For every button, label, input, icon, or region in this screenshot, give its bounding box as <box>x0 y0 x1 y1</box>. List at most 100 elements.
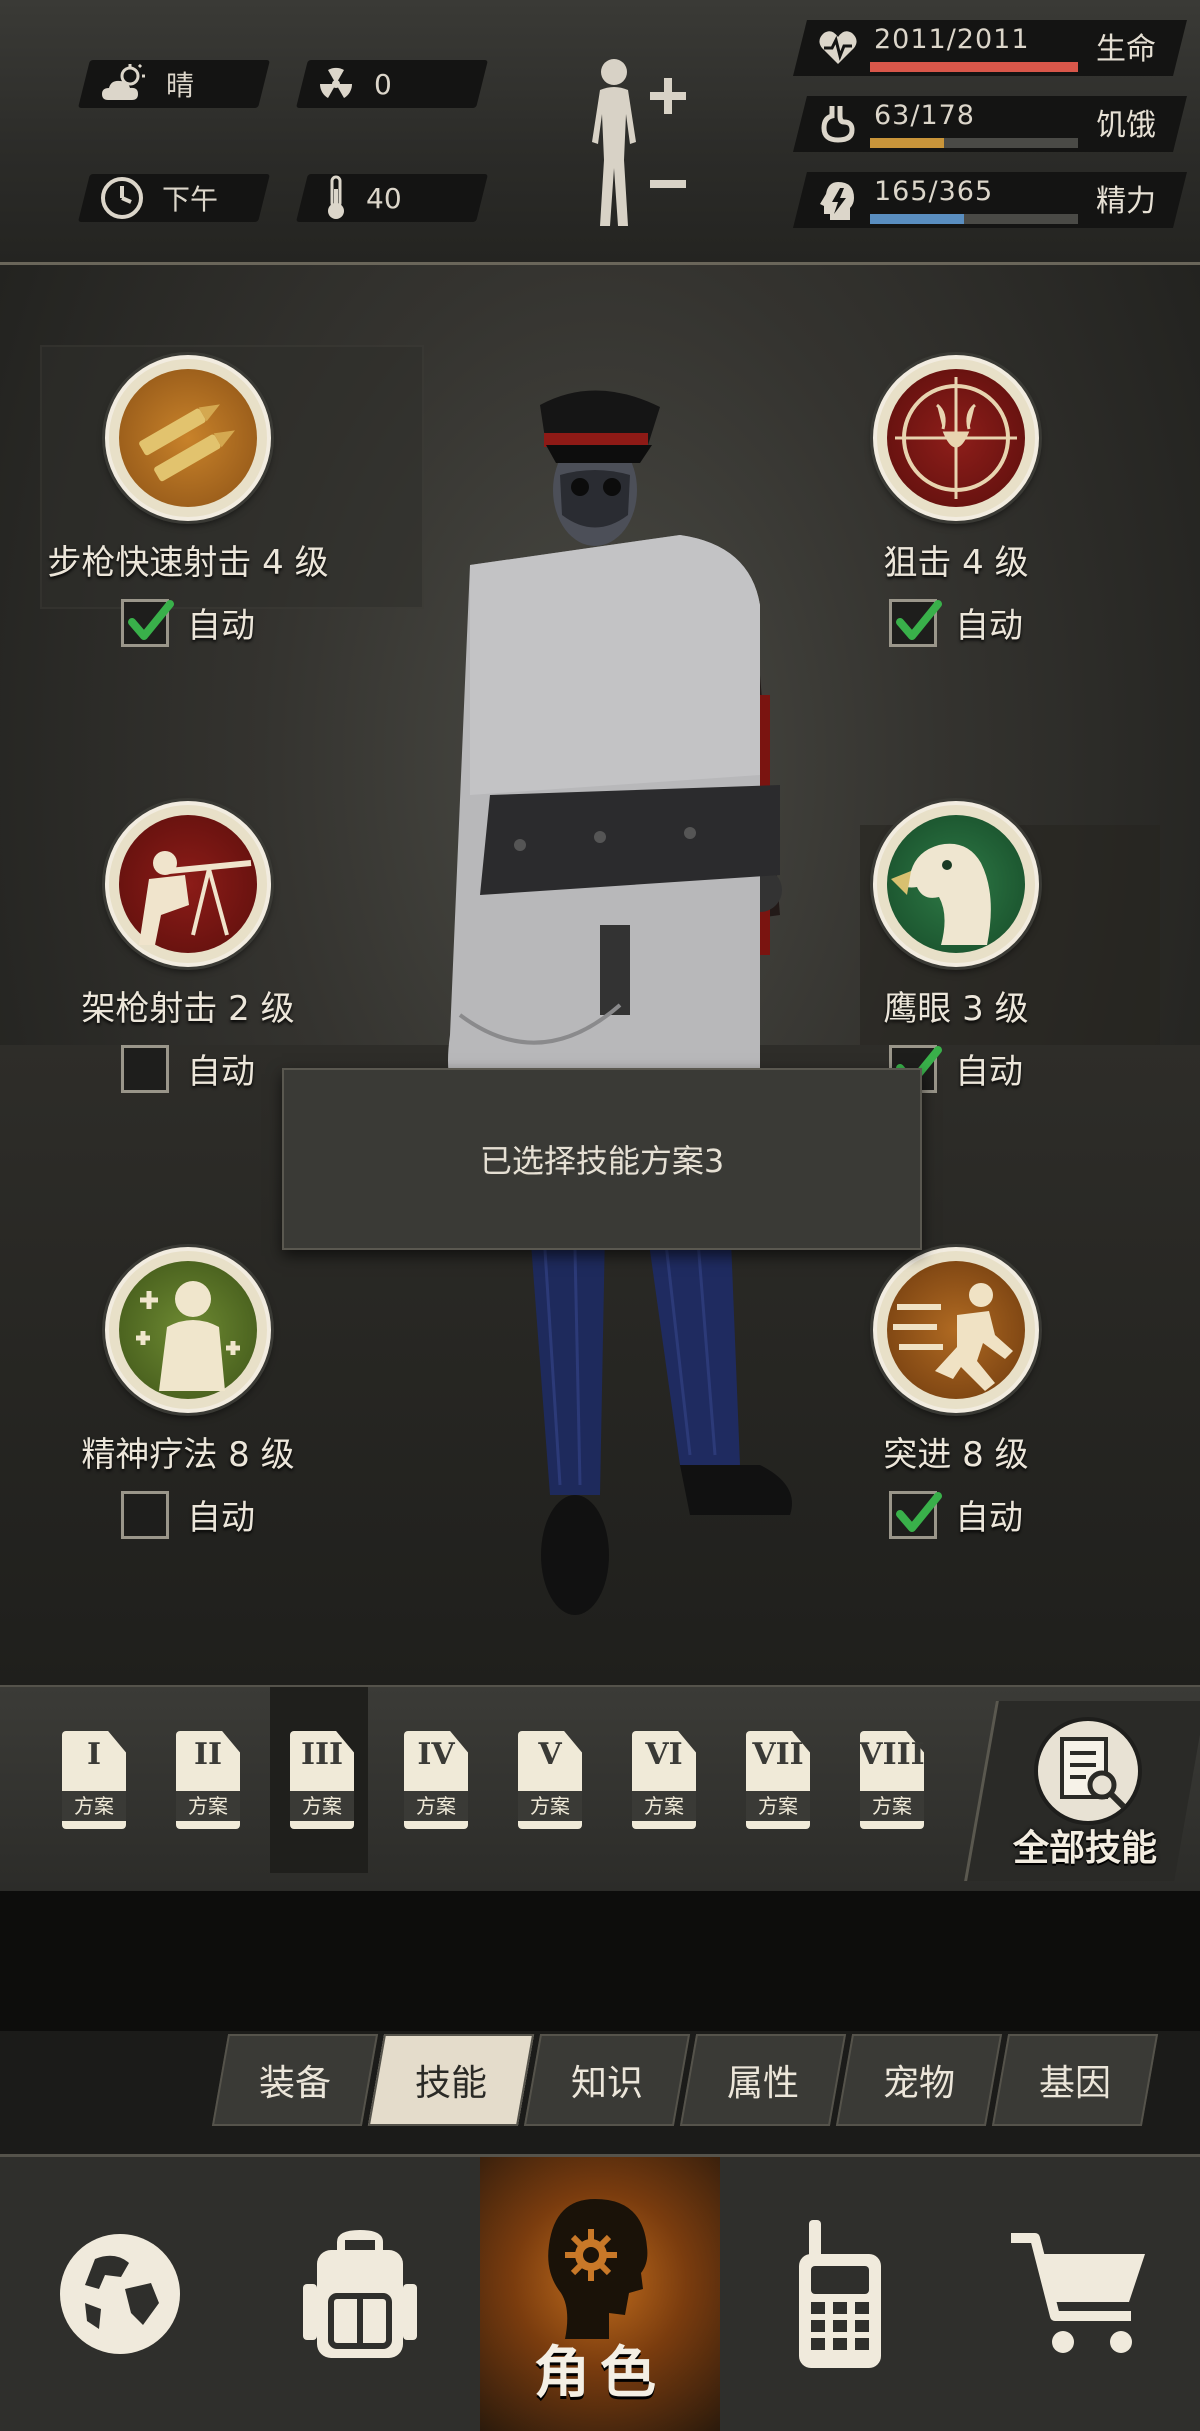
dash-icon[interactable] <box>873 1247 1039 1413</box>
energy-head-icon <box>820 182 854 220</box>
radiation-value: 0 <box>374 67 392 101</box>
skill-name: 步枪快速射击 4 级 <box>47 543 329 583</box>
tab-label: 知识 <box>570 2063 643 2104</box>
skill-eagle-eye[interactable]: 鹰眼 3 级 自动 <box>806 801 1106 1093</box>
plan-numeral: VI <box>645 1737 683 1772</box>
health-bar <box>870 62 1078 72</box>
auto-checkbox[interactable] <box>121 1490 169 1539</box>
minus-icon[interactable] <box>648 178 688 190</box>
tab-1[interactable]: 装备 <box>211 2034 379 2126</box>
energy-stat: 165/365 精力 <box>793 172 1187 228</box>
eagle-eye-icon[interactable] <box>873 801 1039 967</box>
skill-sniper[interactable]: 狙击 4 级 自动 <box>806 355 1106 647</box>
weather-panel: 晴 <box>78 60 270 108</box>
bottom-navigation: 角色 <box>0 2154 1200 2431</box>
thermometer-icon <box>328 175 344 219</box>
plan-numeral: VII <box>752 1737 804 1772</box>
plan-5-button[interactable]: V 方案 <box>510 1731 590 1841</box>
hunger-label: 饥饿 <box>1096 108 1156 143</box>
plan-numeral: V <box>538 1737 562 1772</box>
tab-5[interactable]: 宠物 <box>835 2034 1003 2126</box>
plan-6-button[interactable]: VI 方案 <box>624 1731 704 1841</box>
tab-label: 基因 <box>1038 2063 1111 2104</box>
stomach-icon <box>821 106 855 143</box>
energy-bar <box>870 214 1078 224</box>
nav-character[interactable]: 角色 <box>480 2157 720 2431</box>
character-figure <box>448 390 792 1615</box>
energy-value: 165/365 <box>874 176 994 207</box>
checkmark-icon <box>128 599 174 640</box>
auto-label: 自动 <box>955 1498 1023 1538</box>
plan-2-button[interactable]: II 方案 <box>168 1731 248 1841</box>
plan-7-button[interactable]: VII 方案 <box>738 1731 818 1841</box>
auto-checkbox[interactable] <box>121 598 174 647</box>
time-panel: 下午 <box>78 174 270 222</box>
skill-mounted-shot[interactable]: 架枪射击 2 级 自动 <box>38 801 338 1093</box>
nav-character-label: 角色 <box>534 2341 666 2406</box>
tab-label: 宠物 <box>882 2063 955 2104</box>
skill-mental-therapy[interactable]: 精神疗法 8 级 自动 <box>38 1247 338 1539</box>
skill-name: 鹰眼 3 级 <box>883 989 1029 1029</box>
auto-label: 自动 <box>187 606 255 646</box>
tab-4[interactable]: 属性 <box>679 2034 847 2126</box>
checkmark-icon <box>896 1491 942 1532</box>
temperature-panel: 40 <box>296 174 488 222</box>
auto-checkbox[interactable] <box>889 598 942 647</box>
spacer <box>0 1891 1200 2031</box>
character-scene: 步枪快速射击 4 级 自动 狙击 4 级 自动 架枪射击 2 级 自动 鹰眼 3… <box>0 265 1200 1685</box>
tab-2[interactable]: 技能 <box>367 2034 535 2126</box>
character-subtabs: 装备 技能 知识 属性 宠物 基因 <box>211 2034 1180 2130</box>
nav-shop[interactable] <box>960 2157 1200 2431</box>
nav-radio[interactable] <box>720 2157 960 2431</box>
plan-numeral: VIII <box>859 1737 925 1772</box>
skill-name: 精神疗法 8 级 <box>81 1435 295 1475</box>
plan-numeral: III <box>300 1737 344 1772</box>
auto-label: 自动 <box>187 1052 255 1092</box>
health-label: 生命 <box>1096 32 1156 67</box>
mounted-rifle-icon[interactable] <box>105 801 271 967</box>
cart-icon[interactable] <box>1005 2224 1155 2364</box>
health-stat: 2011/2011 生命 <box>793 20 1187 76</box>
skill-name: 突进 8 级 <box>883 1435 1029 1475</box>
tab-6[interactable]: 基因 <box>991 2034 1159 2126</box>
tab-3[interactable]: 知识 <box>523 2034 691 2126</box>
skill-rifle-rapid-fire[interactable]: 步枪快速射击 4 级 自动 <box>38 355 338 647</box>
plan-1-button[interactable]: I 方案 <box>54 1731 134 1841</box>
plan-label: 方案 <box>746 1791 810 1821</box>
nav-backpack[interactable] <box>240 2157 480 2431</box>
radiation-icon <box>319 67 353 98</box>
document-search-icon <box>1034 1717 1142 1825</box>
plan-label: 方案 <box>632 1791 696 1821</box>
tab-label: 装备 <box>258 2063 331 2104</box>
all-skills-button[interactable]: 全部技能 <box>964 1701 1200 1881</box>
rifle-bullets-icon[interactable] <box>105 355 271 521</box>
heart-icon <box>819 31 857 64</box>
plan-4-button[interactable]: IV 方案 <box>396 1731 476 1841</box>
sniper-crosshair-icon[interactable] <box>873 355 1039 521</box>
mental-therapy-icon[interactable] <box>105 1247 271 1413</box>
auto-checkbox[interactable] <box>889 1490 942 1539</box>
all-skills-label: 全部技能 <box>1012 1828 1157 1869</box>
skill-name: 狙击 4 级 <box>883 543 1029 583</box>
checkmark-icon <box>896 599 942 640</box>
plan-3-button[interactable]: III 方案 <box>282 1731 362 1841</box>
plan-numeral: II <box>193 1737 223 1772</box>
hunger-bar <box>870 138 1078 148</box>
cloud-sun-icon <box>102 64 145 100</box>
skill-dash[interactable]: 突进 8 级 自动 <box>806 1247 1106 1539</box>
plan-numeral: IV <box>417 1737 455 1772</box>
skill-plans-bar: I 方案 II 方案 III 方案 IV 方案 V 方案 VI 方案 VII 方案 VIII 方案 全部技能 <box>0 1685 1200 1893</box>
auto-label: 自动 <box>955 1052 1023 1092</box>
health-value: 2011/2011 <box>874 24 1030 55</box>
auto-checkbox[interactable] <box>121 1044 169 1093</box>
globe-icon[interactable] <box>55 2229 185 2359</box>
plan-label: 方案 <box>860 1791 924 1821</box>
radio-icon[interactable] <box>785 2214 895 2374</box>
weather-value: 晴 <box>166 69 195 102</box>
plus-icon[interactable] <box>648 76 688 116</box>
clock-icon <box>101 177 143 219</box>
plan-label: 方案 <box>290 1791 354 1821</box>
nav-world[interactable] <box>0 2157 240 2431</box>
plan-8-button[interactable]: VIII 方案 <box>852 1731 932 1841</box>
backpack-icon[interactable] <box>295 2224 425 2364</box>
